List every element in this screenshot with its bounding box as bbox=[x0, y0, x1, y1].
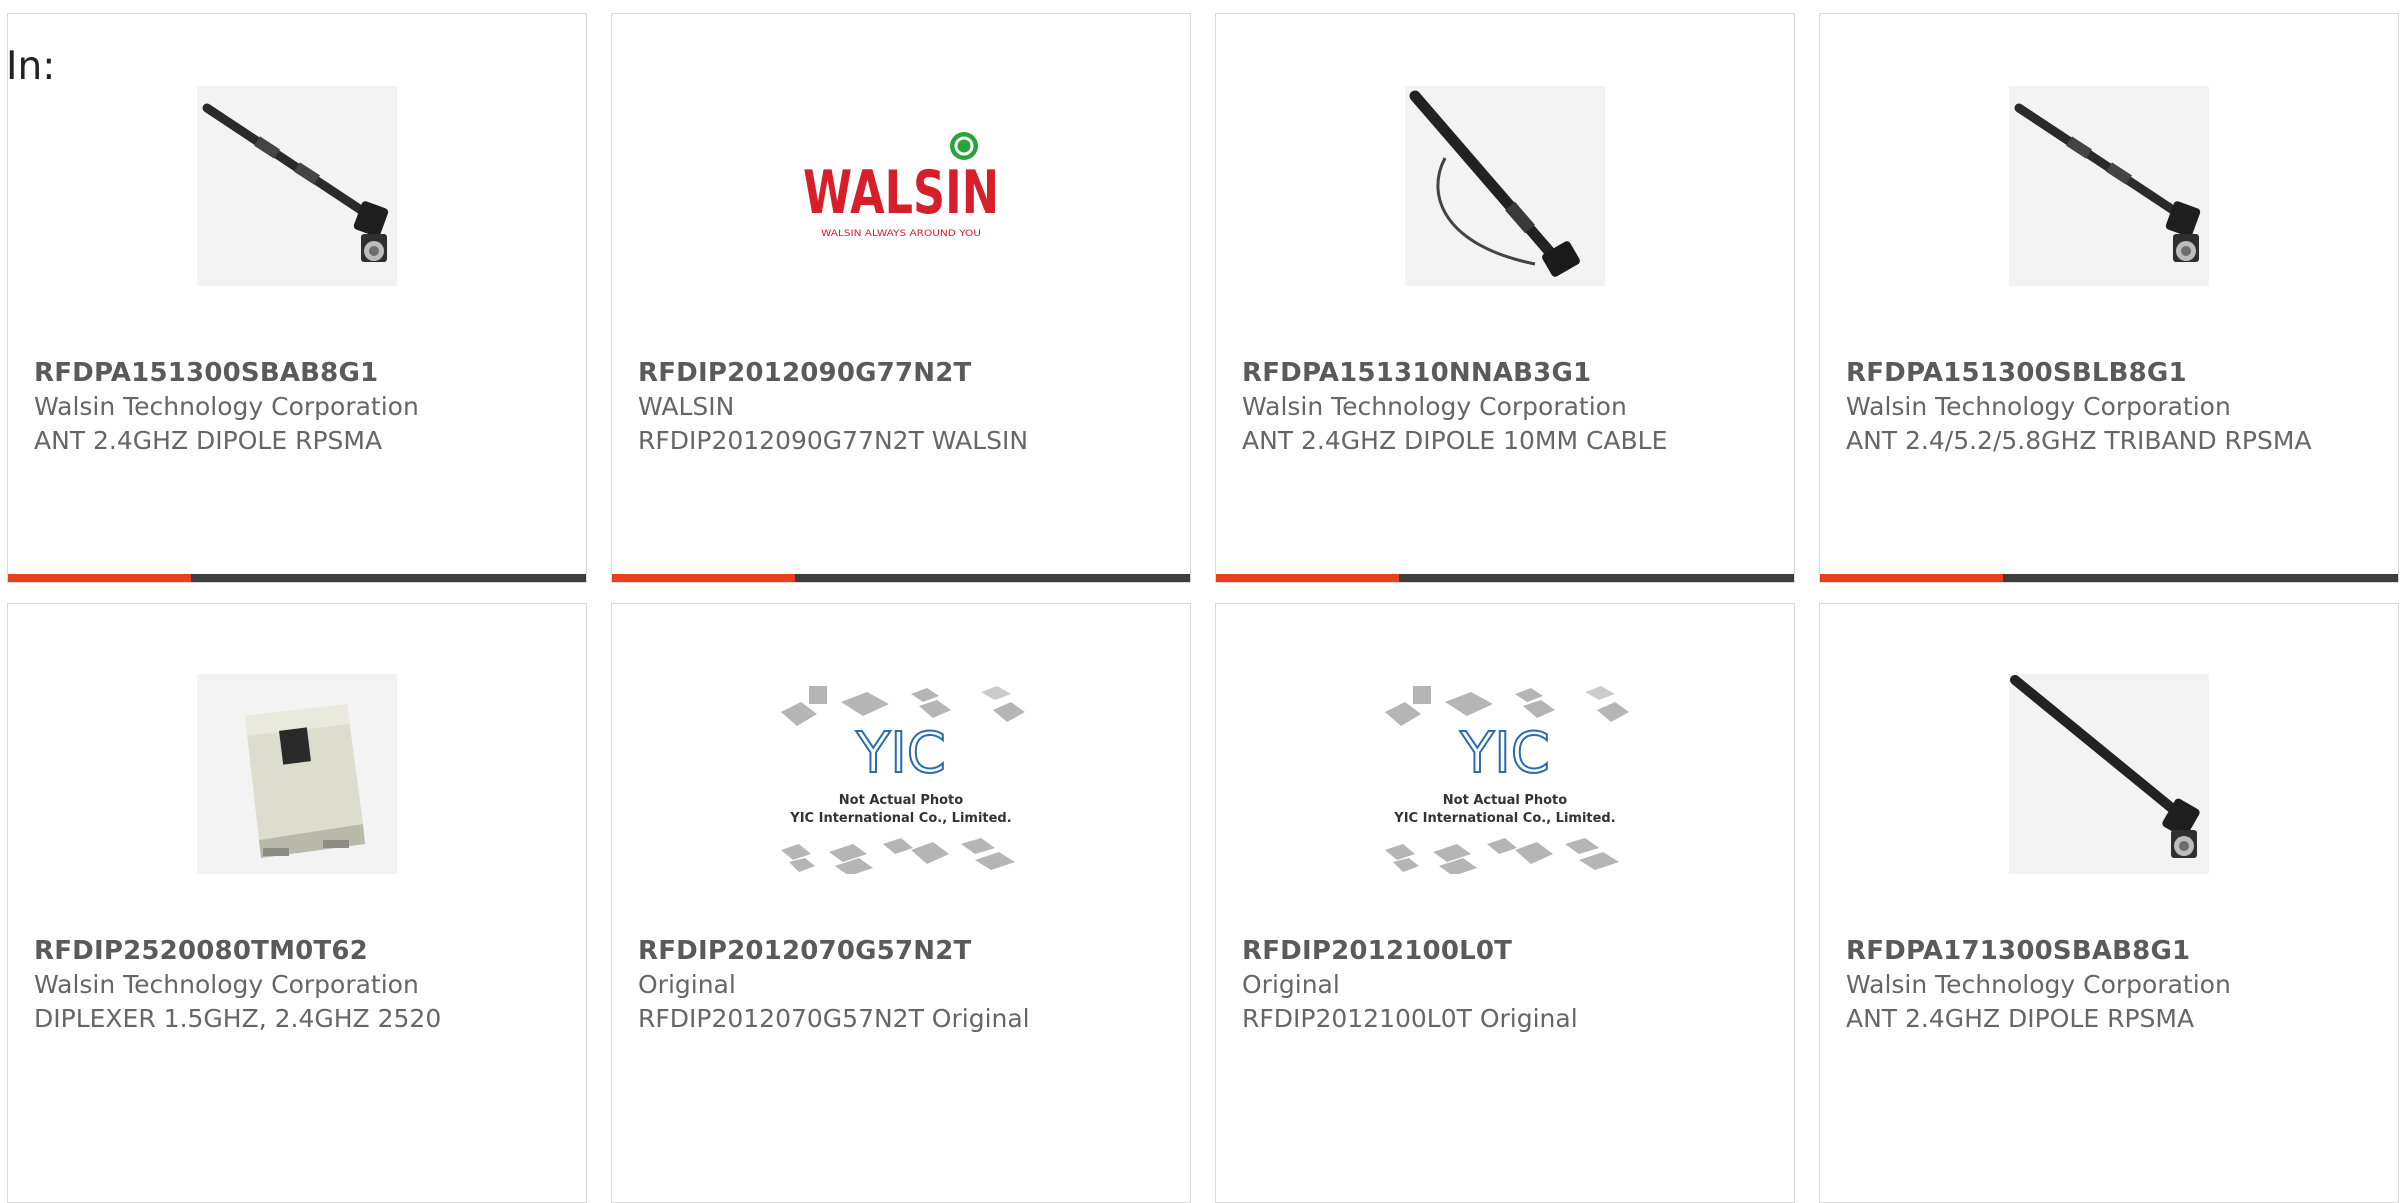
part-number[interactable]: RFDIP2012100L0T bbox=[1242, 934, 1772, 968]
antenna-icon bbox=[2009, 674, 2209, 874]
part-number[interactable]: RFDIP2012090G77N2T bbox=[638, 356, 1168, 390]
part-number[interactable]: RFDPA151310NNAB3G1 bbox=[1242, 356, 1772, 390]
card-bar bbox=[8, 574, 586, 582]
walsin-logo-text: WALSIN bbox=[803, 158, 999, 228]
walsin-logo: WALSIN WALSIN ALWAYS AROUND YOU bbox=[801, 86, 1001, 286]
manufacturer: Walsin Technology Corporation bbox=[34, 392, 419, 421]
yic-logo: YIC bbox=[855, 721, 946, 786]
part-number[interactable]: RFDPA171300SBAB8G1 bbox=[1846, 934, 2376, 968]
card-bar-accent bbox=[1216, 574, 1399, 582]
card-bar bbox=[1216, 574, 1794, 582]
placeholder-line2: YIC International Co., Limited. bbox=[789, 811, 1011, 826]
walsin-logo-tagline: WALSIN ALWAYS AROUND YOU bbox=[821, 229, 981, 239]
part-number[interactable]: RFDIP2520080TM0T62 bbox=[34, 934, 564, 968]
yic-logo: YIC bbox=[1459, 721, 1550, 786]
description: DIPLEXER 1.5GHZ, 2.4GHZ 2520 bbox=[34, 1004, 442, 1033]
product-card[interactable]: RFDPA171300SBAB8G1 Walsin Technology Cor… bbox=[1819, 603, 2399, 1203]
placeholder-line1: Not Actual Photo bbox=[839, 793, 963, 808]
part-number[interactable]: RFDIP2012070G57N2T bbox=[638, 934, 1168, 968]
card-bar bbox=[1820, 574, 2398, 582]
manufacturer: Original bbox=[1242, 970, 1340, 999]
part-number[interactable]: RFDPA151300SBAB8G1 bbox=[34, 356, 564, 390]
manufacturer: WALSIN bbox=[638, 392, 735, 421]
product-card[interactable]: RFDIP2520080TM0T62 Walsin Technology Cor… bbox=[7, 603, 587, 1203]
card-bar bbox=[612, 574, 1190, 582]
product-card[interactable]: RFDPA151300SBLB8G1 Walsin Technology Cor… bbox=[1819, 13, 2399, 583]
description: RFDIP2012070G57N2T Original bbox=[638, 1004, 1030, 1033]
description: RFDIP2012090G77N2T WALSIN bbox=[638, 426, 1029, 455]
manufacturer: Walsin Technology Corporation bbox=[1846, 392, 2231, 421]
part-number[interactable]: RFDPA151300SBLB8G1 bbox=[1846, 356, 2376, 390]
description: ANT 2.4GHZ DIPOLE RPSMA bbox=[1846, 1004, 2195, 1033]
placeholder-line2: YIC International Co., Limited. bbox=[1393, 811, 1615, 826]
description: RFDIP2012100L0T Original bbox=[1242, 1004, 1578, 1033]
description: ANT 2.4GHZ DIPOLE RPSMA bbox=[34, 426, 383, 455]
manufacturer: Walsin Technology Corporation bbox=[1242, 392, 1627, 421]
description: ANT 2.4GHZ DIPOLE 10MM CABLE bbox=[1242, 426, 1668, 455]
description: ANT 2.4/5.2/5.8GHZ TRIBAND RPSMA bbox=[1846, 426, 2312, 455]
product-card[interactable]: YIC Not Actual Photo YIC International C… bbox=[611, 603, 1191, 1203]
chip-component-icon bbox=[197, 674, 397, 874]
in-label: In: bbox=[6, 44, 56, 89]
manufacturer: Walsin Technology Corporation bbox=[1846, 970, 2231, 999]
card-bar-accent bbox=[8, 574, 191, 582]
product-card[interactable]: RFDPA151310NNAB3G1 Walsin Technology Cor… bbox=[1215, 13, 1795, 583]
product-card[interactable]: WALSIN WALSIN ALWAYS AROUND YOU RFDIP201… bbox=[611, 13, 1191, 583]
manufacturer: Walsin Technology Corporation bbox=[34, 970, 419, 999]
manufacturer: Original bbox=[638, 970, 736, 999]
product-card[interactable]: RFDPA151300SBAB8G1 Walsin Technology Cor… bbox=[7, 13, 587, 583]
placeholder-line1: Not Actual Photo bbox=[1443, 793, 1567, 808]
antenna-icon bbox=[197, 86, 397, 286]
antenna-cable-icon bbox=[1405, 86, 1605, 286]
product-card[interactable]: YIC Not Actual Photo YIC International C… bbox=[1215, 603, 1795, 1203]
antenna-icon bbox=[2009, 86, 2209, 286]
yic-placeholder: YIC Not Actual Photo YIC International C… bbox=[1375, 674, 1635, 874]
card-bar-accent bbox=[1820, 574, 2003, 582]
yic-placeholder: YIC Not Actual Photo YIC International C… bbox=[771, 674, 1031, 874]
card-bar-accent bbox=[612, 574, 795, 582]
